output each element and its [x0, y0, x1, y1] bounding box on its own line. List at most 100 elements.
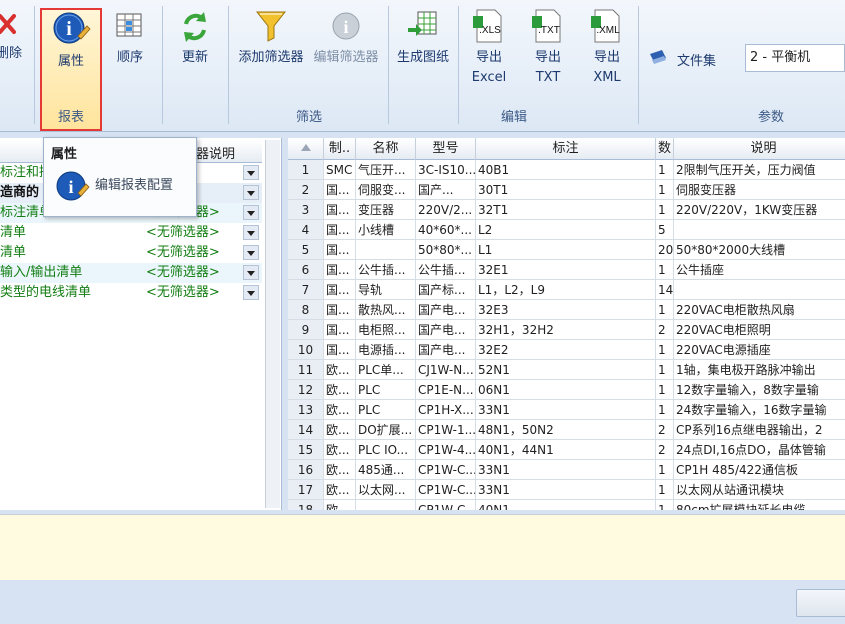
cell-desc: 2限制气压开关，压力阀值	[674, 160, 845, 180]
table-row[interactable]: 9 国... 电柜照... 国产电... 32H1，32H2 2 220VAC电柜照明	[288, 320, 845, 340]
col-header-tag[interactable]: 标注	[476, 138, 656, 160]
export-excel-button[interactable]: .XLS 导出 Excel	[466, 8, 512, 88]
table-row[interactable]: 7 国... 导轨 国产标... L1，L2，L9 14	[288, 280, 845, 300]
cell-mfr: 欧...	[324, 420, 356, 440]
col-header-name[interactable]: 名称	[356, 138, 416, 160]
filter-dropdown[interactable]	[243, 225, 259, 240]
svg-text:.XLS: .XLS	[479, 25, 501, 36]
table-row[interactable]: 10 国... 电源插... 国产电... 32E2 1 220VAC电源插座	[288, 340, 845, 360]
filter-dropdown[interactable]	[243, 205, 259, 220]
table-row[interactable]: 3 国... 变压器 220V/2... 32T1 1 220V/220V，1KW变压器	[288, 200, 845, 220]
table-row[interactable]: 6 国... 公牛插... 公牛插... 32E1 1 公牛插座	[288, 260, 845, 280]
cell-n: 4	[288, 220, 324, 240]
delete-icon	[0, 14, 16, 34]
fileset-value: 2 - 平衡机	[750, 50, 811, 65]
cell-desc: 80cm扩展模块延长电缆	[674, 500, 845, 510]
cell-tag: 30T1	[476, 180, 656, 200]
table-row[interactable]: 18 欧... CP1W-C... 40N1 1 80cm扩展模块延长电缆	[288, 500, 845, 510]
cell-model: 国产电...	[416, 300, 476, 320]
update-label: 更新	[181, 50, 208, 65]
properties-button[interactable]: i 属性	[42, 8, 100, 72]
cell-name: 小线槽	[356, 220, 416, 240]
report-list-item[interactable]: 清单 <无筛选器>	[0, 243, 262, 263]
cell-n: 11	[288, 360, 324, 380]
cell-qty: 1	[656, 260, 674, 280]
edit-filter-button[interactable]: i 编辑筛选器	[310, 8, 382, 68]
cell-name: 485通...	[356, 460, 416, 480]
cell-desc: 1轴，集电极开路脉冲输出	[674, 360, 845, 380]
cell-qty: 1	[656, 380, 674, 400]
xls-file-icon: .XLS	[473, 9, 502, 43]
left-scrollbar[interactable]	[265, 140, 280, 508]
cell-desc: 以太网从站通讯模块	[674, 480, 845, 500]
export-xml-button[interactable]: .XML 导出 XML	[584, 8, 630, 88]
table-row[interactable]: 15 欧... PLC IO... CP1W-4... 40N1，44N1 2 24点DI,…	[288, 440, 845, 460]
cell-qty: 2	[656, 320, 674, 340]
fileset-combo[interactable]: 2 - 平衡机	[745, 44, 845, 72]
table-row[interactable]: 11 欧... PLC单... CJ1W-N... 52N1 1 1轴，集电极开路脉冲输出	[288, 360, 845, 380]
svg-text:.XML: .XML	[596, 25, 620, 36]
table-row[interactable]: 12 欧... PLC CP1E-N... 06N1 1 12数字量输入，8数字量输	[288, 380, 845, 400]
table-row[interactable]: 14 欧... DO扩展... CP1W-1... 48N1，50N2 2 CP系列16点继…	[288, 420, 845, 440]
cell-qty: 20	[656, 240, 674, 260]
tooltip-title: 属性	[51, 147, 78, 162]
col-header-model[interactable]: 型号	[416, 138, 476, 160]
export-txt-button[interactable]: .TXT 导出 TXT	[526, 8, 570, 88]
add-filter-button[interactable]: 添加筛选器	[234, 8, 308, 68]
table-row[interactable]: 4 国... 小线槽 40*60*... L2 5	[288, 220, 845, 240]
edit-filter-label: 编辑筛选器	[313, 50, 379, 65]
delete-button[interactable]: 删除	[0, 8, 26, 64]
add-filter-label: 添加筛选器	[238, 50, 304, 65]
cell-mfr: 欧...	[324, 440, 356, 460]
update-button[interactable]: 更新	[168, 8, 222, 68]
cell-n: 16	[288, 460, 324, 480]
cell-mfr: 欧...	[324, 380, 356, 400]
cell-model: 国产电...	[416, 340, 476, 360]
col-header-desc[interactable]: 说明	[674, 138, 845, 160]
table-row[interactable]: 8 国... 散热风... 国产电... 32E3 1 220VAC电柜散热风扇	[288, 300, 845, 320]
cell-tag: 33N1	[476, 480, 656, 500]
cell-qty: 1	[656, 500, 674, 510]
fileset-icon	[650, 50, 666, 64]
export-excel-line2: Excel	[471, 70, 507, 85]
order-button[interactable]: 顺序	[104, 8, 156, 68]
delete-label: 删除	[0, 46, 22, 61]
export-txt-line1: 导出	[534, 50, 561, 65]
cell-name: PLC单...	[356, 360, 416, 380]
report-list-item[interactable]: 清单 <无筛选器>	[0, 223, 262, 243]
separator	[34, 6, 35, 124]
table-row[interactable]: 17 欧... 以太网... CP1W-C... 33N1 1 以太网从站通讯模块	[288, 480, 845, 500]
filter-dropdown[interactable]	[243, 285, 259, 300]
report-filter: <无筛选器>	[146, 245, 220, 260]
cell-model: CP1E-N...	[416, 380, 476, 400]
filter-dropdown[interactable]	[243, 165, 259, 180]
filter-dropdown[interactable]	[243, 265, 259, 280]
table-row[interactable]: 2 国... 伺服变... 国产... 30T1 1 伺服变压器	[288, 180, 845, 200]
table-row[interactable]: 13 欧... PLC CP1H-X... 33N1 1 24数字量输入，16数字量输	[288, 400, 845, 420]
info-disabled-icon: i	[332, 12, 360, 40]
cell-name: 公牛插...	[356, 260, 416, 280]
col-header-mfr[interactable]: 制..	[324, 138, 356, 160]
cell-qty: 1	[656, 300, 674, 320]
cell-desc: CP系列16点继电器输出，2	[674, 420, 845, 440]
cell-mfr: 国...	[324, 260, 356, 280]
filter-dropdown[interactable]	[243, 185, 259, 200]
report-list-item[interactable]: 输入/输出清单 <无筛选器>	[0, 263, 262, 283]
status-button[interactable]	[796, 589, 845, 617]
col-header-qty[interactable]: 数	[656, 138, 674, 160]
table-row[interactable]: 5 国... 50*80*... L1 20 50*80*2000大线槽	[288, 240, 845, 260]
filter-dropdown[interactable]	[243, 245, 259, 260]
table-row[interactable]: 1 SMC 气压开... 3C-IS10... 40B1 1 2限制气压开关，压力阀值	[288, 160, 845, 180]
cell-name	[356, 240, 416, 260]
report-name: 类型的电线清单	[0, 285, 92, 300]
cell-model: CP1W-4...	[416, 440, 476, 460]
generate-drawing-button[interactable]: 生成图纸	[392, 8, 454, 68]
cell-tag: 40N1，44N1	[476, 440, 656, 460]
cell-n: 1	[288, 160, 324, 180]
cell-tag: 32E3	[476, 300, 656, 320]
cell-name: 电源插...	[356, 340, 416, 360]
cell-n: 6	[288, 260, 324, 280]
cell-name: DO扩展...	[356, 420, 416, 440]
table-row[interactable]: 16 欧... 485通... CP1W-C... 33N1 1 CP1H 485/422通…	[288, 460, 845, 480]
report-list-item[interactable]: 类型的电线清单 <无筛选器>	[0, 283, 262, 303]
